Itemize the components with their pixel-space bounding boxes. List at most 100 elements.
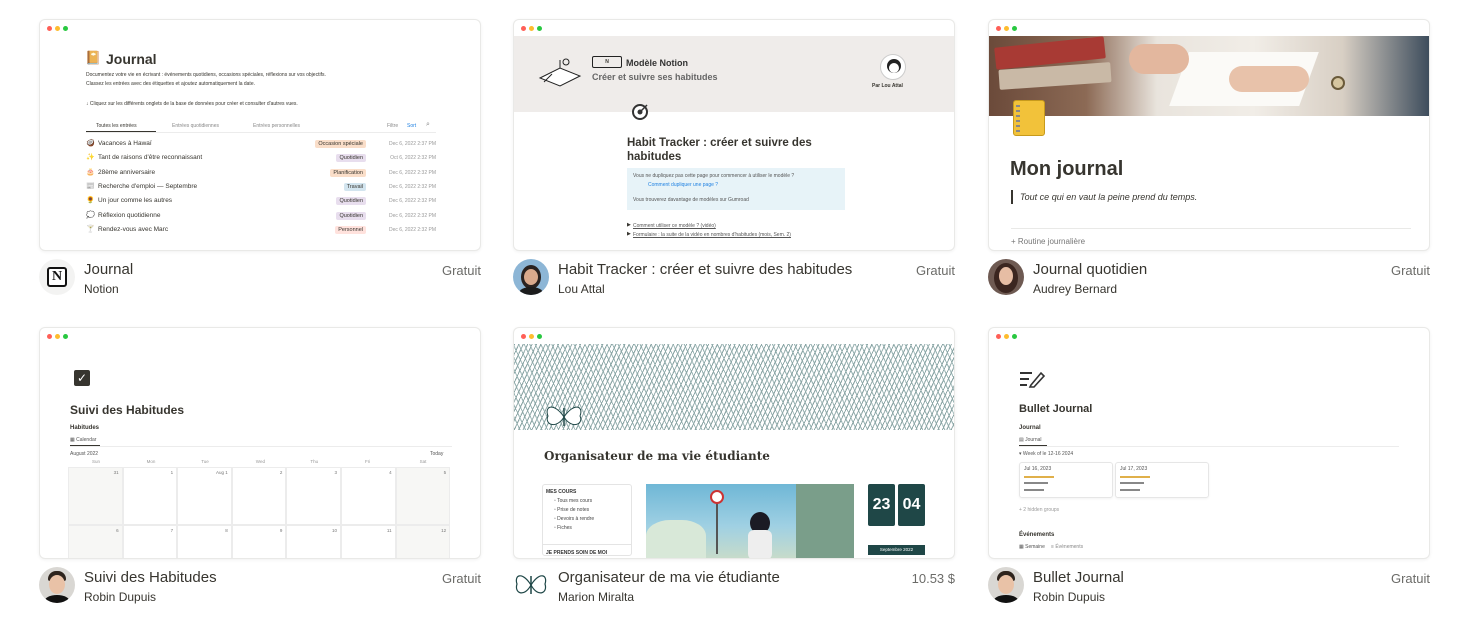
toggle-icon: ▶ [627,222,631,228]
calendar-cell: Aug 1 [177,467,232,525]
divider [542,544,632,545]
view-tab: ▦ Calendar [70,437,97,443]
author-avatar-illustration [880,54,906,80]
template-author[interactable]: Marion Miralta [558,590,634,604]
template-name[interactable]: Journal quotidien [1033,261,1147,278]
template-preview[interactable]: 📔 Journal Documentez votre vie en écriva… [39,19,481,251]
row-name: Rendez-vous avec Marc [98,225,169,233]
template-meta: Bullet Journal Robin Dupuis Gratuit [988,567,1430,607]
template-author[interactable]: Lou Attal [558,282,605,296]
template-preview[interactable]: Organisateur de ma vie étudiante MES COU… [513,327,955,559]
avatar [39,567,75,603]
journal-card: Jul 16, 2023 [1019,462,1113,498]
calendar-cell: 1 [122,467,178,525]
template-name[interactable]: Journal [84,261,133,278]
menu-heading: MES COURS [546,489,577,495]
divider [1019,446,1399,447]
template-price: 10.53 $ [911,571,955,586]
row-icon: 🍸 [86,225,95,233]
calendar-cell: 7 [122,525,178,558]
preview-desc: Documentez votre vie en écrivant : événe… [86,72,326,78]
preview-hint: ↓ Cliquez sur les différents onglets de … [86,101,298,107]
toggle-link: Comment utiliser ce modèle ? (vidéo) [633,223,716,229]
calendar-cell: 12 [395,525,451,558]
view-tab: ≡ Évènements [1051,544,1084,550]
template-name[interactable]: Habit Tracker : créer et suivre des habi… [558,261,852,278]
preview-title: Suivi des Habitudes [70,403,185,417]
calendar-cell: 10 [286,525,341,558]
badge-label: Modèle Notion [626,58,688,68]
day-number: 12 [441,528,447,533]
row-icon: 🎂 [86,168,95,176]
template-preview[interactable]: Bullet Journal Journal ▤ Journal ▾ Week … [988,327,1430,559]
template-author[interactable]: Robin Dupuis [84,590,156,604]
row-date: Dec 6, 2022 2:32 PM [389,212,436,219]
table-row: 🍸 Rendez-vous avec Marc Personnel Dec 6, 20… [86,225,436,237]
template-name[interactable]: Organisateur de ma vie étudiante [558,569,780,586]
row-tag: Personnel [335,225,366,234]
row-date: Dec 6, 2022 2:32 PM [389,183,436,190]
row-name: Vacances à Hawaï [98,140,152,147]
avatar [513,259,549,295]
filter-label: Filtre [387,123,399,129]
month-label: August 2022 [70,451,99,457]
calendar-cell: 4 [341,467,396,525]
avatar: N [39,259,75,295]
template-price: Gratuit [441,571,481,586]
day-number: Aug 1 [216,470,228,475]
calendar-cell: 9 [231,525,287,558]
menu-item: ▫ Tous mes cours [554,498,593,504]
quote-text: Tout ce qui en vaut la peine prend du te… [1020,192,1198,202]
group-label: ▾ Week of le 12-16 2024 [1019,451,1074,457]
cover-subtitle: Créer et suivre ses habitudes [592,72,718,82]
preview-title: Mon journal [1010,158,1124,180]
desk-illustration [538,58,582,87]
date-banner: Septembre 2022 [868,545,925,555]
template-preview[interactable]: N Modèle Notion Créer et suivre ses habi… [513,19,955,251]
template-preview[interactable]: Mon journal Tout ce qui en vaut la peine… [988,19,1430,251]
day-number: 2 [279,470,283,475]
template-name[interactable]: Bullet Journal [1033,569,1124,586]
section-label: Événements [1019,532,1055,538]
window-dots [521,26,542,31]
db-tab: Toutes les entrées [96,123,137,129]
weekday-label: Wed [255,459,265,464]
window-dots [47,334,68,339]
table-row: 💭 Réflexion quotidienne Quotidien Dec 6, 20… [86,211,436,223]
template-preview[interactable]: ✓ Suivi des Habitudes Habitudes ▦ Calend… [39,327,481,559]
row-date: Oct 6, 2022 2:32 PM [390,155,436,162]
today-button: Today [430,451,444,457]
sort-label: Sort [407,123,417,129]
notion-logo-icon: N [47,267,67,287]
avatar [513,567,549,603]
row-tag: Travail [343,182,366,191]
template-name[interactable]: Suivi des Habitudes [84,569,217,586]
clock-minutes: 04 [898,484,925,526]
section-label: Journal [1019,425,1041,431]
template-author[interactable]: Audrey Bernard [1033,282,1117,296]
preview-title: Habit Tracker : créer et suivre des habi… [627,137,812,163]
row-icon: 🌻 [86,197,95,205]
template-price: Gratuit [1390,571,1430,586]
calendar-cell: 5 [395,467,451,525]
row-date: Dec 6, 2022 2:32 PM [389,169,436,176]
menu-heading: JE PRENDS SOIN DE MOI [546,550,608,556]
table-row: ✨ Tant de raisons d'être reconnaissant Quo… [86,153,436,165]
anime-illustration [646,484,854,558]
row-icon: ✨ [86,154,95,162]
plus-icon: + [1011,237,1018,246]
notion-badge-icon: N [592,56,622,68]
notebook-icon [1013,100,1045,136]
template-author[interactable]: Notion [84,282,119,296]
template-price: Gratuit [441,263,481,278]
search-icon: ⌕ [426,121,430,128]
divider [70,446,452,447]
quote-bar [1011,190,1013,204]
window-dots [996,334,1017,339]
day-number: 6 [116,528,119,533]
row-tag: Quotidien [336,211,366,220]
template-author[interactable]: Robin Dupuis [1033,590,1105,604]
callout-text: Vous trouverez davantage de modèles sur … [633,197,749,203]
weekday-label: Sat [419,459,427,464]
template-meta: N Journal Notion Gratuit [39,259,481,299]
